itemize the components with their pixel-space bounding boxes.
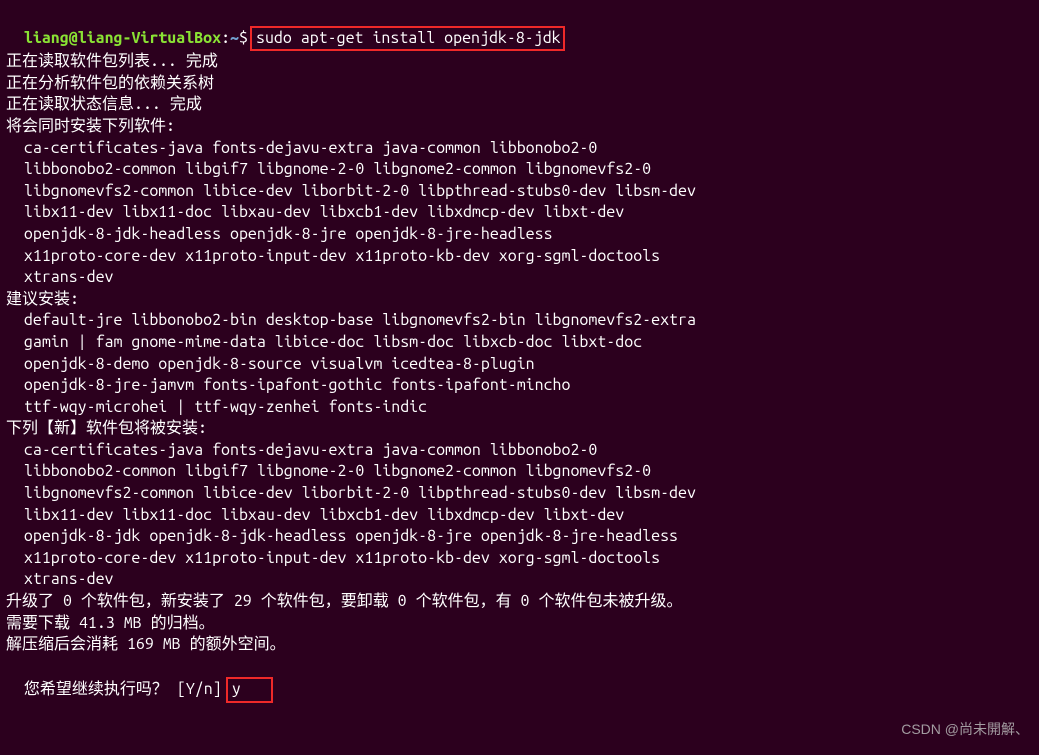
watermark: CSDN @尚未開解、 — [901, 720, 1029, 739]
confirm-input[interactable]: y — [226, 677, 273, 703]
prompt-host: liang-VirtualBox — [78, 29, 221, 47]
new-list-item: xtrans-dev — [6, 569, 1033, 591]
package-list-item: libgnomevfs2-common libice-dev liborbit-… — [6, 181, 1033, 203]
new-list-item: openjdk-8-jdk openjdk-8-jdk-headless ope… — [6, 526, 1033, 548]
output-line: 将会同时安装下列软件: — [6, 116, 1033, 138]
package-list-item: x11proto-core-dev x11proto-input-dev x11… — [6, 246, 1033, 268]
output-line: 下列【新】软件包将被安装: — [6, 418, 1033, 440]
suggested-list-item: ttf-wqy-microhei | ttf-wqy-zenhei fonts-… — [6, 397, 1033, 419]
package-list-item: libx11-dev libx11-doc libxau-dev libxcb1… — [6, 202, 1033, 224]
prompt-dollar: $ — [239, 29, 248, 47]
new-list-item: x11proto-core-dev x11proto-input-dev x11… — [6, 548, 1033, 570]
output-line: 需要下载 41.3 MB 的归档。 — [6, 613, 1033, 635]
prompt-user: liang — [24, 29, 69, 47]
suggested-list-item: openjdk-8-jre-jamvm fonts-ipafont-gothic… — [6, 375, 1033, 397]
package-list-item: libbonobo2-common libgif7 libgnome-2-0 l… — [6, 159, 1033, 181]
output-line: 正在读取状态信息... 完成 — [6, 94, 1033, 116]
suggested-list-item: default-jre libbonobo2-bin desktop-base … — [6, 310, 1033, 332]
new-list-item: libbonobo2-common libgif7 libgnome-2-0 l… — [6, 461, 1033, 483]
suggested-list-item: openjdk-8-demo openjdk-8-source visualvm… — [6, 354, 1033, 376]
output-line: 升级了 0 个软件包，新安装了 29 个软件包，要卸载 0 个软件包，有 0 个… — [6, 591, 1033, 613]
package-list-item: xtrans-dev — [6, 267, 1033, 289]
new-list-item: libgnomevfs2-common libice-dev liborbit-… — [6, 483, 1033, 505]
new-list-item: libx11-dev libx11-doc libxau-dev libxcb1… — [6, 505, 1033, 527]
suggested-list-item: gamin | fam gnome-mime-data libice-doc l… — [6, 332, 1033, 354]
output-line: 建议安装: — [6, 289, 1033, 311]
command-highlight[interactable]: sudo apt-get install openjdk-8-jdk — [250, 26, 565, 52]
package-list-item: ca-certificates-java fonts-dejavu-extra … — [6, 138, 1033, 160]
confirm-prompt-text: 您希望继续执行吗？ [Y/n] — [24, 680, 222, 698]
package-list-item: openjdk-8-jdk-headless openjdk-8-jre ope… — [6, 224, 1033, 246]
output-line: 正在读取软件包列表... 完成 — [6, 51, 1033, 73]
new-list-item: ca-certificates-java fonts-dejavu-extra … — [6, 440, 1033, 462]
output-line: 正在分析软件包的依赖关系树 — [6, 73, 1033, 95]
output-line: 解压缩后会消耗 169 MB 的额外空间。 — [6, 634, 1033, 656]
at-symbol: @ — [69, 29, 78, 47]
prompt-line: liang@liang-VirtualBox:~$sudo apt-get in… — [6, 4, 1033, 51]
colon: : — [221, 29, 230, 47]
confirm-prompt-line: 您希望继续执行吗？ [Y/n]y — [6, 656, 1033, 703]
prompt-path: ~ — [230, 29, 239, 47]
